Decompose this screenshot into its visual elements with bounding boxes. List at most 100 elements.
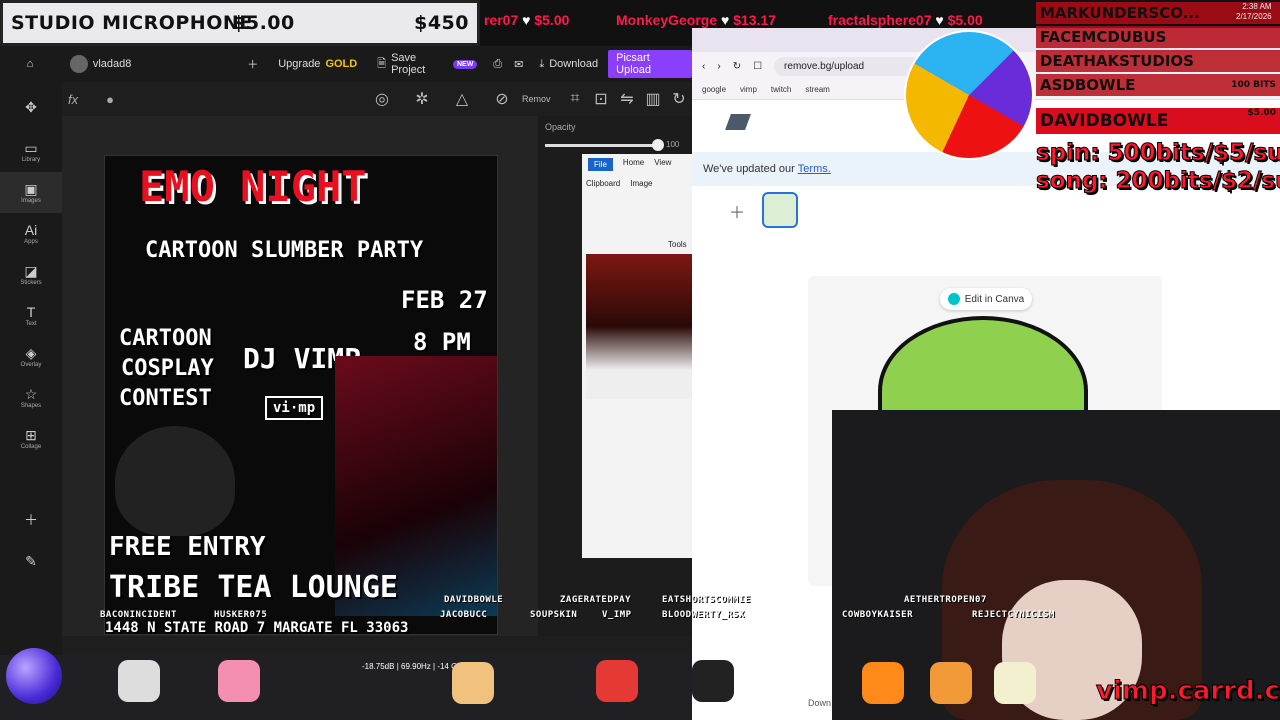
poster-time: 8 PM: [413, 328, 471, 356]
paint-file-tab[interactable]: File: [588, 158, 613, 171]
user-name: vladad8: [92, 58, 132, 70]
chatter-label: V_IMP: [602, 610, 632, 620]
move-tool[interactable]: ✥: [0, 86, 62, 127]
terms-link[interactable]: Terms.: [798, 163, 831, 175]
sidebar-item-collage[interactable]: ⊞ Collage: [0, 418, 62, 459]
paint-ribbon-tabs: File Home View: [582, 154, 692, 175]
brush-tool[interactable]: ✎: [0, 540, 62, 581]
download-label: Download: [549, 58, 599, 70]
crop-icon[interactable]: ⌗: [562, 90, 588, 108]
paint-window[interactable]: File Home View Clipboard Image Tools: [582, 154, 692, 558]
sidebar-label: Images: [21, 197, 41, 204]
new-badge: NEW: [452, 59, 478, 69]
ticker-1: rer07 ♥ $5.00: [484, 12, 569, 28]
paint-home-tab[interactable]: Home: [623, 158, 644, 171]
pet-sprite: [862, 662, 904, 704]
sidebar-label: Text: [25, 320, 37, 327]
poster-address: 1448 N STATE ROAD 7 MARGATE FL 33063: [105, 620, 409, 635]
audio-visualizer-strip: [0, 655, 692, 720]
user-profile[interactable]: vladad8: [60, 46, 237, 82]
system-clock: 2:38 AM 2/17/2026: [1236, 2, 1272, 22]
history-icon[interactable]: ↻: [666, 89, 692, 109]
print-icon[interactable]: ⎙: [487, 46, 508, 82]
download-icon: ⤓: [539, 57, 545, 70]
song-rule: song: 200bits/$2/sub: [1036, 168, 1280, 195]
pet-sprite: [930, 662, 972, 704]
bookmark-icon[interactable]: ☐: [753, 61, 762, 72]
donor-name: MARKUNDERSCO...: [1040, 4, 1200, 22]
paint-image-group[interactable]: Image: [630, 179, 652, 188]
donor-amount: 100 BITS: [1231, 80, 1276, 90]
sidebar-item-overlay[interactable]: ◈ Overlay: [0, 336, 62, 377]
save-project-button[interactable]: 🗎 Save Project NEW: [367, 46, 487, 82]
spin-rule: spin: 500bits/$5/sub: [1036, 140, 1280, 167]
paint-tools-group[interactable]: Tools: [668, 240, 687, 249]
shape-icon[interactable]: △: [442, 89, 482, 109]
adjust-icon[interactable]: ✲: [402, 89, 442, 109]
event-poster[interactable]: EMO NIGHT CARTOON SLUMBER PARTY FEB 27 8…: [104, 155, 498, 635]
add-image-button[interactable]: ＋: [724, 198, 750, 224]
resize-icon[interactable]: ⊡: [588, 89, 614, 109]
eraser-icon[interactable]: ⊘: [482, 89, 522, 109]
add-icon[interactable]: ＋: [237, 46, 268, 82]
poster-entry: FREE ENTRY: [109, 532, 266, 562]
sidebar-item-apps[interactable]: Ai Apps: [0, 213, 62, 254]
images-icon: ▣: [24, 180, 38, 197]
sidebar-label: Collage: [20, 443, 42, 450]
selected-image-thumbnail[interactable]: [762, 192, 798, 228]
paint-clipboard-group[interactable]: Clipboard: [586, 179, 620, 188]
fx-button[interactable]: fx: [62, 92, 90, 107]
add-layer-button[interactable]: ＋: [0, 499, 62, 540]
picsart-upload-button[interactable]: Picsart Upload: [608, 50, 692, 78]
upgrade-tier: GOLD: [325, 58, 358, 70]
chatter-label: ZAGERATEDPAY: [560, 595, 632, 605]
opacity-slider-handle[interactable]: [652, 139, 664, 151]
bookmark-twitch[interactable]: twitch: [771, 85, 791, 94]
mail-icon[interactable]: ✉: [508, 46, 529, 82]
paint-view-tab[interactable]: View: [654, 158, 671, 171]
shapes-icon: ☆: [24, 385, 38, 402]
reload-icon[interactable]: ↻: [733, 61, 741, 72]
ticker-amount: $13.17: [733, 12, 777, 28]
chatter-label: EATSHORTSCOMMIE: [662, 595, 751, 605]
color-drop-icon[interactable]: ●: [90, 92, 130, 107]
purple-orb: [6, 648, 62, 704]
home-icon[interactable]: ⌂: [0, 46, 60, 82]
save-icon: 🗎: [377, 57, 387, 70]
overlay-icon: ◈: [25, 344, 37, 361]
sidebar-item-shapes[interactable]: ☆ Shapes: [0, 377, 62, 418]
sidebar-item-images[interactable]: ▣ Images: [0, 172, 62, 213]
layers-icon[interactable]: ▥: [640, 89, 666, 109]
goal-item-price: $5.00: [232, 12, 295, 34]
bookmark-stream[interactable]: stream: [805, 85, 829, 94]
back-icon[interactable]: ‹: [702, 61, 705, 72]
donor-name: DEATHAKSTUDIOS: [1040, 52, 1194, 70]
chatter-label: BLOODWERTY_RSX: [662, 610, 745, 620]
editor-topbar: ⌂ vladad8 ＋ Upgrade GOLD 🗎 Save Project …: [0, 46, 692, 82]
paint-ribbon: Clipboard Image: [582, 175, 692, 192]
bookmark-google[interactable]: google: [702, 85, 726, 94]
download-button[interactable]: ⤓ Download: [529, 46, 608, 82]
goal-item: STUDIO MICROPHONE: [11, 12, 253, 34]
goal-banner: STUDIO MICROPHONE $5.00 $450: [0, 0, 480, 46]
opacity-slider[interactable]: [545, 144, 660, 147]
pet-sprite: [118, 660, 160, 702]
poster-contest-1: CARTOON: [119, 326, 212, 351]
sidebar-item-text[interactable]: T Text: [0, 295, 62, 336]
canva-icon: [947, 293, 960, 305]
browser-download-label[interactable]: Down: [808, 698, 831, 708]
sidebar-item-library[interactable]: ▭ Library: [0, 131, 62, 172]
bookmark-vimp[interactable]: vimp: [740, 85, 757, 94]
forward-icon[interactable]: ›: [717, 61, 720, 72]
sidebar-item-stickers[interactable]: ◪ Stickers: [0, 254, 62, 295]
target-icon[interactable]: ◎: [362, 89, 402, 109]
flip-icon[interactable]: ⇋: [614, 89, 640, 109]
remove-bg-button[interactable]: Remov: [522, 94, 562, 104]
upgrade-button[interactable]: Upgrade GOLD: [268, 46, 367, 82]
donor-name: FACEMCDUBUS: [1040, 28, 1167, 46]
pet-sprite: [452, 662, 494, 704]
chatter-label: COWBOYKAISER: [842, 610, 914, 620]
chatter-label: DAVIDBOWLE: [444, 595, 504, 605]
edit-in-canva-button[interactable]: Edit in Canva: [940, 288, 1032, 310]
poster-venue: TRIBE TEA LOUNGE: [109, 570, 398, 605]
